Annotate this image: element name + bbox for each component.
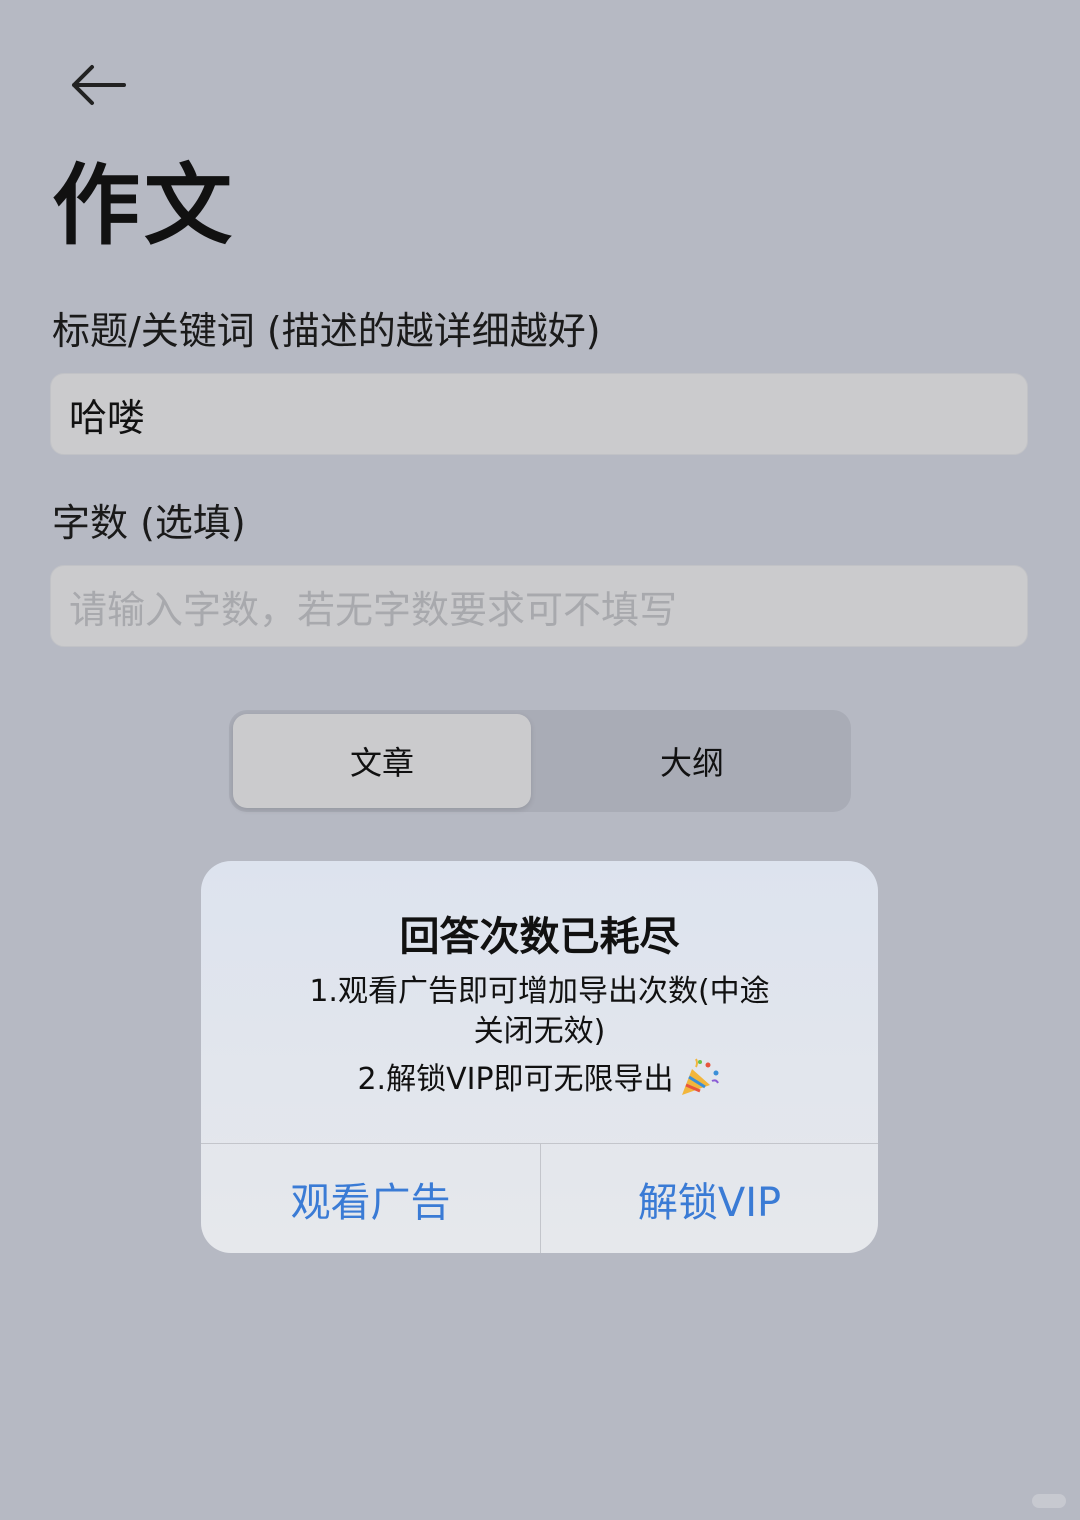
- quota-exhausted-dialog: 回答次数已耗尽 1.观看广告即可增加导出次数(中途 关闭无效) 2.解锁VIP即…: [201, 861, 878, 1253]
- arrow-left-icon: [72, 65, 126, 105]
- unlock-vip-button[interactable]: 解锁VIP: [541, 1144, 878, 1253]
- title-keyword-label: 标题/关键词 (描述的越详细越好): [52, 309, 601, 353]
- dialog-title: 回答次数已耗尽: [399, 914, 680, 960]
- title-keyword-value: 哈喽: [69, 395, 146, 440]
- dialog-message-line-2: 关闭无效): [473, 1014, 606, 1049]
- watch-ad-button[interactable]: 观看广告: [201, 1144, 540, 1253]
- dialog-message-line-3: 2.解锁VIP即可无限导出: [201, 1057, 878, 1097]
- dialog-message-line-1: 1.观看广告即可增加导出次数(中途: [309, 974, 770, 1009]
- word-count-input[interactable]: 请输入字数，若无字数要求可不填写: [50, 565, 1028, 647]
- dialog-message-line-3-text: 2.解锁VIP即可无限导出: [357, 1062, 674, 1097]
- title-keyword-input[interactable]: 哈喽: [50, 373, 1028, 455]
- segment-outline[interactable]: 大纲: [539, 714, 845, 808]
- word-count-placeholder: 请输入字数，若无字数要求可不填写: [69, 587, 678, 632]
- segment-article[interactable]: 文章: [233, 714, 531, 808]
- word-count-label: 字数 (选填): [52, 501, 246, 545]
- page-title: 作文: [52, 154, 237, 257]
- type-segmented-control: 文章 大纲: [229, 710, 851, 812]
- party-popper-icon: [681, 1058, 719, 1095]
- watermark-badge: [1032, 1494, 1066, 1508]
- back-button[interactable]: [66, 60, 130, 110]
